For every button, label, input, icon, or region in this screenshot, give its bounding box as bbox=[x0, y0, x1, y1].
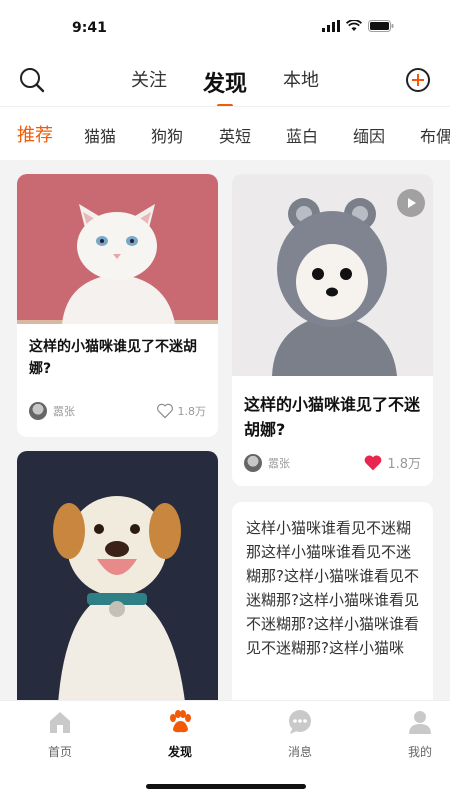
tab-label: 发现 bbox=[167, 745, 192, 759]
top-nav: 关注 发现 本地 bbox=[0, 56, 450, 108]
like-count: 1.8万 bbox=[177, 405, 207, 418]
category-recommend[interactable]: 推荐 bbox=[17, 121, 53, 147]
author-name: 嚣张 bbox=[53, 405, 75, 418]
category-maine-coon[interactable]: 缅因 bbox=[353, 123, 385, 147]
avatar bbox=[244, 453, 262, 472]
tab-local[interactable]: 本地 bbox=[283, 66, 319, 98]
category-british-shorthair[interactable]: 英短 bbox=[219, 123, 251, 147]
battery-icon bbox=[368, 20, 394, 32]
tab-label: 我的 bbox=[407, 745, 432, 759]
author-name: 嚣张 bbox=[268, 456, 290, 470]
category-dogs[interactable]: 狗狗 bbox=[151, 123, 183, 147]
tab-profile[interactable]: 我的 bbox=[390, 709, 450, 760]
avatar bbox=[29, 402, 47, 420]
tab-messages[interactable]: 消息 bbox=[270, 709, 330, 760]
heart-filled-icon[interactable] bbox=[363, 454, 383, 472]
card-meta: 嚣张 1.8万 bbox=[244, 453, 421, 472]
paw-icon bbox=[170, 710, 191, 733]
feed-card[interactable] bbox=[17, 451, 218, 721]
card-text: 这样小猫咪谁看见不迷糊那这样小猫咪谁看见不迷糊那?这样小猫咪谁看见不迷糊那?这样… bbox=[246, 519, 419, 657]
wifi-icon bbox=[346, 20, 362, 31]
category-ragdoll[interactable]: 布偶 bbox=[420, 123, 450, 147]
tab-label: 消息 bbox=[287, 745, 312, 759]
tab-label: 首页 bbox=[47, 745, 72, 759]
tab-following[interactable]: 关注 bbox=[131, 66, 167, 98]
top-tabs: 关注 发现 本地 bbox=[0, 66, 450, 108]
add-post-icon[interactable] bbox=[406, 68, 430, 92]
text-card[interactable]: 这样小猫咪谁看见不迷糊那这样小猫咪谁看见不迷糊那?这样小猫咪谁看见不迷糊那?这样… bbox=[232, 502, 433, 722]
white-cat-image bbox=[17, 174, 218, 324]
status-time: 9:41 bbox=[72, 20, 107, 36]
feed-card[interactable]: 这样的小猫咪谁见了不迷胡娜? 嚣张 1.8万 bbox=[232, 174, 433, 486]
heart-outline-icon[interactable] bbox=[156, 403, 174, 419]
tab-home[interactable]: 首页 bbox=[30, 709, 90, 760]
category-cats[interactable]: 猫猫 bbox=[84, 123, 116, 147]
golden-dog-image bbox=[17, 451, 218, 721]
tab-discover[interactable]: 发现 bbox=[203, 66, 247, 108]
message-icon bbox=[289, 710, 311, 734]
tab-discover-bottom[interactable]: 发现 bbox=[150, 709, 210, 760]
signal-icon bbox=[322, 20, 340, 32]
home-icon bbox=[50, 712, 70, 733]
card-title: 这样的小猫咪谁见了不迷胡娜? bbox=[29, 339, 197, 377]
card-title: 这样的小猫咪谁见了不迷胡娜? bbox=[244, 395, 421, 439]
status-bar: 9:41 bbox=[0, 0, 450, 56]
status-icons bbox=[322, 20, 394, 32]
like-count: 1.8万 bbox=[387, 457, 421, 472]
category-bar: 推荐 猫猫 狗狗 英短 蓝白 缅因 布偶 bbox=[0, 106, 450, 160]
feed-card[interactable]: 这样的小猫咪谁见了不迷胡娜? 嚣张 1.8万 bbox=[17, 174, 218, 437]
play-icon[interactable] bbox=[403, 195, 419, 211]
category-blue-white[interactable]: 蓝白 bbox=[286, 123, 318, 147]
home-indicator bbox=[146, 784, 306, 789]
card-meta: 嚣张 1.8万 bbox=[29, 402, 206, 420]
profile-icon bbox=[409, 711, 431, 734]
